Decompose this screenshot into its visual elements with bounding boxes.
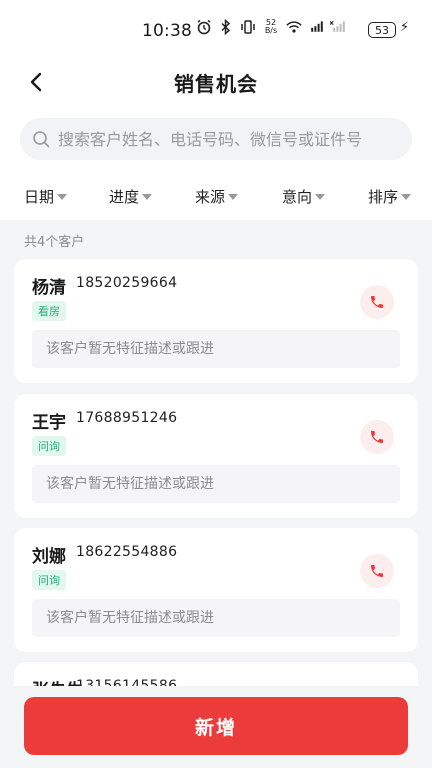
alarm-icon — [196, 19, 212, 35]
customer-count: 共4个客户 — [24, 235, 85, 250]
signal-icon — [330, 19, 346, 35]
filter-label: 日期 — [24, 188, 55, 206]
filter-label: 进度 — [109, 188, 140, 206]
add-button[interactable]: 新增 — [24, 697, 408, 755]
app-header: 销售机会 — [0, 60, 432, 104]
caret-down-icon — [401, 194, 412, 200]
caret-down-icon — [315, 194, 326, 200]
call-button[interactable] — [360, 285, 394, 319]
filter-bar: 日期 进度 来源 意向 排序 — [0, 178, 432, 218]
net-speed-unit: B/s — [264, 26, 278, 35]
phone-icon — [371, 431, 383, 443]
status-icons: 52 B/s — [196, 19, 346, 35]
filter-intent[interactable]: 意向 — [282, 186, 326, 207]
call-button[interactable] — [360, 420, 394, 454]
caret-down-icon — [142, 194, 153, 200]
filter-label: 意向 — [282, 188, 313, 206]
charging-icon: ⚡ — [400, 20, 410, 35]
customer-tag: 问询 — [32, 436, 66, 456]
filter-label: 排序 — [368, 188, 399, 206]
caret-down-icon — [228, 194, 239, 200]
filter-progress[interactable]: 进度 — [109, 186, 153, 207]
customer-phone: 18622554886 — [76, 544, 178, 560]
signal-5g-icon — [308, 19, 324, 35]
bottom-bar: 新增 — [0, 686, 432, 768]
phone-icon — [371, 296, 383, 308]
search-icon — [33, 131, 50, 148]
customer-phone: 18520259664 — [76, 275, 178, 291]
bluetooth-icon — [218, 19, 234, 35]
customer-phone: 17688951246 — [76, 410, 178, 426]
vibrate-icon — [240, 19, 256, 35]
search-bar[interactable] — [20, 118, 412, 160]
filter-label: 来源 — [195, 188, 226, 206]
filter-sort[interactable]: 排序 — [368, 186, 412, 207]
status-bar: 10:38 52 B/s 53 ⚡ — [0, 0, 432, 60]
filter-date[interactable]: 日期 — [24, 186, 68, 207]
net-speed: 52 B/s — [262, 19, 280, 35]
customer-card[interactable]: 王宇 17688951246 问询 该客户暂无特征描述或跟进 — [14, 394, 418, 518]
customer-name: 王宇 — [32, 413, 66, 433]
customer-description: 该客户暂无特征描述或跟进 — [32, 465, 400, 503]
wifi-icon — [286, 19, 302, 35]
page-title: 销售机会 — [174, 72, 258, 96]
battery-indicator: 53 — [368, 22, 396, 38]
status-time: 10:38 — [142, 21, 192, 41]
customer-name: 刘娜 — [32, 547, 66, 567]
caret-down-icon — [57, 194, 68, 200]
customer-tag: 问询 — [32, 570, 66, 590]
search-input[interactable] — [56, 128, 400, 150]
customer-card[interactable]: 刘娜 18622554886 问询 该客户暂无特征描述或跟进 — [14, 528, 418, 652]
call-button[interactable] — [360, 554, 394, 588]
customer-description: 该客户暂无特征描述或跟进 — [32, 599, 400, 637]
customer-description: 该客户暂无特征描述或跟进 — [32, 330, 400, 368]
customer-card[interactable]: 杨清 18520259664 看房 该客户暂无特征描述或跟进 — [14, 259, 418, 383]
phone-icon — [371, 565, 383, 577]
customer-name: 杨清 — [32, 278, 66, 298]
filter-source[interactable]: 来源 — [195, 186, 239, 207]
customer-tag: 看房 — [32, 301, 66, 321]
